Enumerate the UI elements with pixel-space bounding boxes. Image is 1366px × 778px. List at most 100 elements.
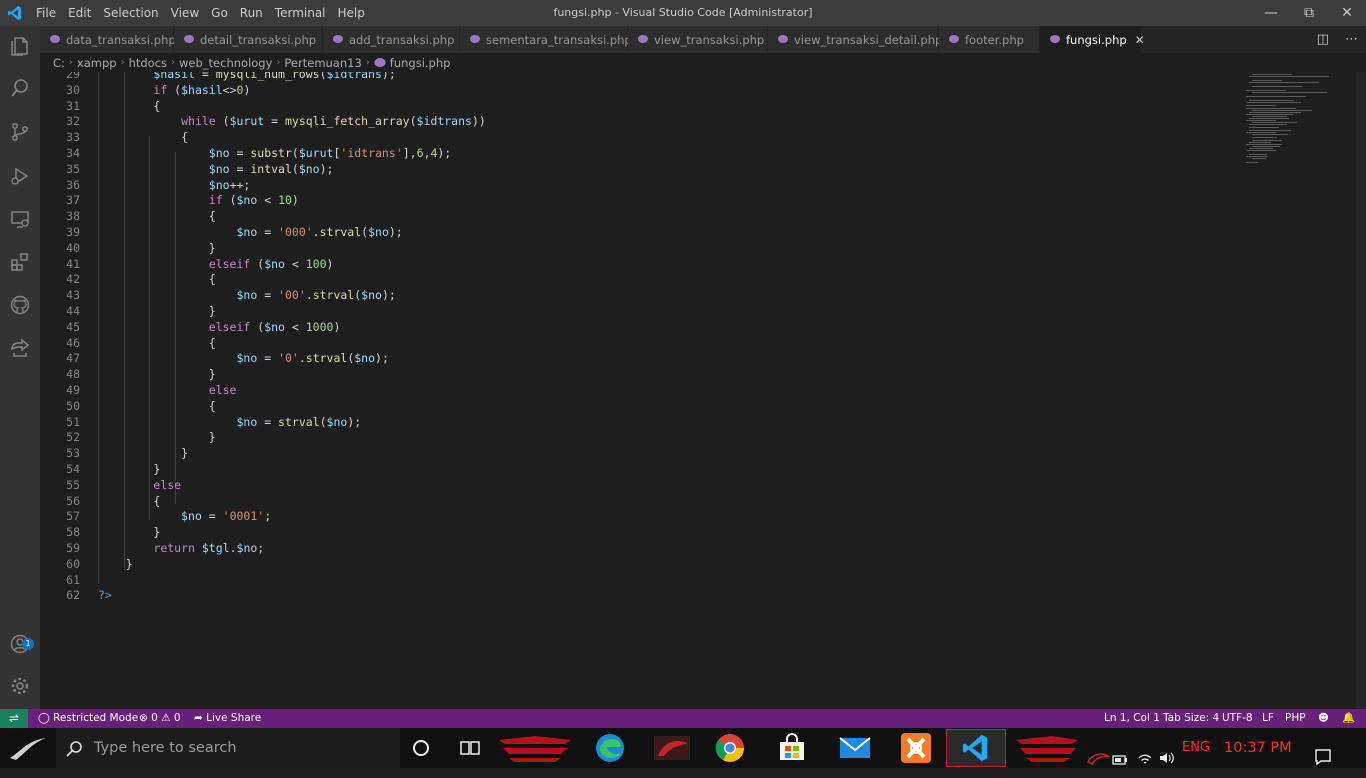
volume-icon[interactable] [1158,740,1176,776]
code-line[interactable]: 49 else [40,382,1240,398]
code-line[interactable]: 50 { [40,398,1240,414]
menu-view[interactable]: View [165,6,205,20]
input-language[interactable]: ENG [1182,728,1210,768]
breadcrumb-item[interactable]: C: [53,56,65,70]
code-line[interactable]: 37 if ($no < 10) [40,192,1240,208]
code-line[interactable]: 42 { [40,271,1240,287]
code-line[interactable]: 57 $no = '0001'; [40,508,1240,524]
battery-icon[interactable] [1112,742,1128,778]
rog-logo-icon[interactable] [1086,740,1110,776]
code-line[interactable]: 35 $no = intval($no); [40,161,1240,177]
menu-go[interactable]: Go [205,6,234,20]
code-line[interactable]: 39 $no = '000'.strval($no); [40,224,1240,240]
code-line[interactable]: 38 { [40,208,1240,224]
code-line[interactable]: 44 } [40,303,1240,319]
code-line[interactable]: 32 while ($urut = mysqli_fetch_array($id… [40,113,1240,129]
menu-edit[interactable]: Edit [62,6,97,20]
code-line[interactable]: 40 } [40,240,1240,256]
breadcrumb-item[interactable]: Pertemuan13 [284,56,361,70]
taskbar-search[interactable]: Type here to search [56,728,400,768]
source-control-icon[interactable] [0,112,40,152]
tab-data-transaksi[interactable]: data_transaksi.php [40,26,176,53]
code-line[interactable]: 33 { [40,129,1240,145]
code-line[interactable]: 46 { [40,335,1240,351]
tab-fungsi[interactable]: fungsi.php ✕ [1040,26,1145,53]
xampp-icon[interactable] [898,730,934,766]
accounts-icon[interactable]: 1 [0,624,40,664]
problems-indicator[interactable]: ⊗ 0 ⚠ 0 [139,709,181,728]
language-mode[interactable]: PHP [1285,709,1306,728]
breadcrumb-item[interactable]: htdocs [129,56,167,70]
live-share-status[interactable]: ➦ Live Share [194,709,261,728]
code-line[interactable]: 43 $no = '00'.strval($no); [40,287,1240,303]
restricted-mode[interactable]: ◯ Restricted Mode [38,709,138,728]
remote-explorer-icon[interactable] [0,199,40,239]
code-editor[interactable]: 29 $hasil = mysqli_num_rows($idtrans); 30… [40,72,1366,709]
remote-indicator-icon[interactable]: ⇌ [0,709,28,728]
wifi-icon[interactable] [1137,740,1153,776]
breadcrumb-item[interactable]: fungsi.php [390,56,451,70]
code-line[interactable]: 55 else [40,477,1240,493]
clock[interactable]: 10:37 PM [1224,728,1292,768]
tab-view-transaksi-detail[interactable]: view_transaksi_detail.php [768,26,942,53]
tab-size[interactable]: Tab Size: 4 [1163,709,1219,728]
menu-selection[interactable]: Selection [97,6,164,20]
code-line[interactable]: 41 elseif ($no < 100) [40,256,1240,272]
code-line[interactable]: 45 elseif ($no < 1000) [40,319,1240,335]
code-line[interactable]: 29 $hasil = mysqli_num_rows($idtrans); [40,72,1240,82]
menu-help[interactable]: Help [332,6,371,20]
gear-icon[interactable] [0,666,40,706]
live-share-icon[interactable] [0,328,40,368]
feedback-icon[interactable]: ☻ [1318,709,1329,728]
code-line[interactable]: 54 } [40,461,1240,477]
task-view-icon[interactable] [459,738,481,758]
microsoft-store-icon[interactable] [774,730,810,766]
code-line[interactable]: 31 { [40,98,1240,114]
code-line[interactable]: 52 } [40,429,1240,445]
code-line[interactable]: 30 if ($hasil<>0) [40,82,1240,98]
vertical-scrollbar[interactable] [1356,72,1366,709]
end-of-line[interactable]: LF [1262,709,1274,728]
code-line[interactable]: 56 { [40,493,1240,509]
code-line[interactable]: 62 ?> [40,587,1240,603]
tab-sementara-transaksi[interactable]: sementara_transaksi.php [460,26,632,53]
rog-armoury-icon[interactable] [650,730,694,766]
explorer-icon[interactable] [0,26,40,66]
tab-footer[interactable]: footer.php [939,26,1040,53]
code-line[interactable]: 59 return $tgl.$no; [40,540,1240,556]
tab-detail-transaksi[interactable]: detail_transaksi.php [174,26,323,53]
split-editor-icon[interactable]: ◫ [1309,32,1337,47]
github-icon[interactable] [0,285,40,325]
minimize-button[interactable]: — [1252,0,1290,26]
action-center-icon[interactable] [1314,739,1332,775]
edge-browser-icon[interactable] [592,730,628,766]
code-line[interactable]: 48 } [40,366,1240,382]
menu-file[interactable]: File [30,6,62,20]
breadcrumb-item[interactable]: xampp [77,56,117,70]
code-line[interactable]: 53 } [40,445,1240,461]
chrome-browser-icon[interactable] [712,730,748,766]
notifications-icon[interactable]: 🔔 [1342,709,1355,728]
more-actions-icon[interactable]: ⋯ [1337,32,1366,47]
tab-view-transaksi[interactable]: view_transaksi.php [628,26,768,53]
breadcrumb-item[interactable]: web_technology [179,56,272,70]
menu-terminal[interactable]: Terminal [269,6,332,20]
code-line[interactable]: 47 $no = '0'.strval($no); [40,350,1240,366]
search-icon[interactable] [0,68,40,108]
vscode-taskbar-button[interactable] [946,729,1006,767]
encoding[interactable]: UTF-8 [1222,709,1253,728]
close-window-button[interactable]: ✕ [1328,0,1366,26]
code-line[interactable]: 60 } [40,556,1240,572]
start-button-icon[interactable] [6,732,50,764]
code-line[interactable]: 61 [40,572,1240,588]
menu-run[interactable]: Run [234,6,269,20]
close-icon[interactable]: ✕ [1135,33,1145,47]
cortana-icon[interactable] [412,739,430,757]
restore-button[interactable]: ⧉ [1290,0,1328,26]
code-line[interactable]: 34 $no = substr($urut['idtrans'],6,4); [40,145,1240,161]
code-line[interactable]: 51 $no = strval($no); [40,414,1240,430]
tab-add-transaksi[interactable]: add_transaksi.php [323,26,460,53]
mail-icon[interactable] [836,730,874,766]
code-line[interactable]: 36 $no++; [40,177,1240,193]
run-debug-icon[interactable] [0,156,40,196]
